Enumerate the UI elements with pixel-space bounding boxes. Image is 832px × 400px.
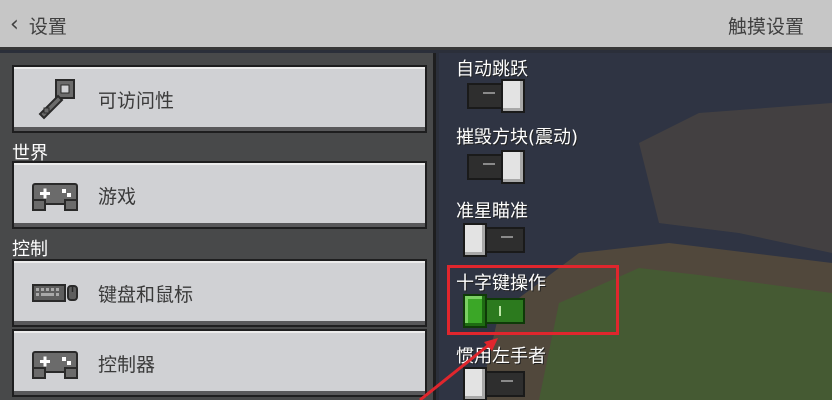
sidebar-item-label: 控制器 bbox=[98, 353, 156, 376]
sidebar-item-keyboard-mouse[interactable]: 键盘和鼠标 bbox=[12, 259, 427, 327]
sidebar-item-game[interactable]: 游戏 bbox=[12, 161, 427, 229]
option-label-crosshair-aim: 准星瞄准 bbox=[456, 201, 528, 222]
crosshair-aim-toggle[interactable] bbox=[463, 223, 525, 257]
sidebar-item-label: 键盘和鼠标 bbox=[98, 283, 194, 306]
gamepad-icon bbox=[14, 346, 96, 380]
keyboard-mouse-icon bbox=[14, 280, 96, 306]
key-icon bbox=[14, 76, 96, 122]
sidebar-item-label: 游戏 bbox=[98, 185, 137, 208]
option-label-destroy-block-vibration: 摧毁方块(震动) bbox=[456, 127, 579, 148]
gamepad-icon bbox=[14, 178, 96, 212]
highlight-box bbox=[447, 265, 619, 335]
sidebar-item-accessibility[interactable]: 可访问性 bbox=[12, 65, 427, 133]
option-label-auto-jump: 自动跳跃 bbox=[456, 59, 528, 80]
settings-sidebar: 可访问性 世界 游戏 控制 键盘和鼠标 控制器 bbox=[0, 53, 436, 400]
back-button[interactable]: ‹ 设置 bbox=[10, 10, 100, 40]
sidebar-item-label: 可访问性 bbox=[98, 89, 175, 112]
left-handed-toggle[interactable] bbox=[463, 367, 525, 400]
back-button-label: 设置 bbox=[28, 15, 67, 38]
touch-settings-panel: 自动跳跃 摧毁方块(震动) 准星瞄准 十字键操作 惯用左手者 bbox=[439, 53, 832, 400]
sidebar-item-controller[interactable]: 控制器 bbox=[12, 329, 427, 397]
section-label-controls: 控制 bbox=[12, 239, 48, 260]
destroy-block-vibration-toggle[interactable] bbox=[467, 150, 525, 184]
option-label-left-handed: 惯用左手者 bbox=[456, 346, 546, 367]
page-title: 触摸设置 bbox=[727, 16, 804, 38]
chevron-left-icon: ‹ bbox=[10, 12, 19, 37]
auto-jump-toggle[interactable] bbox=[467, 79, 525, 113]
top-bar: ‹ 设置 触摸设置 bbox=[0, 0, 832, 50]
